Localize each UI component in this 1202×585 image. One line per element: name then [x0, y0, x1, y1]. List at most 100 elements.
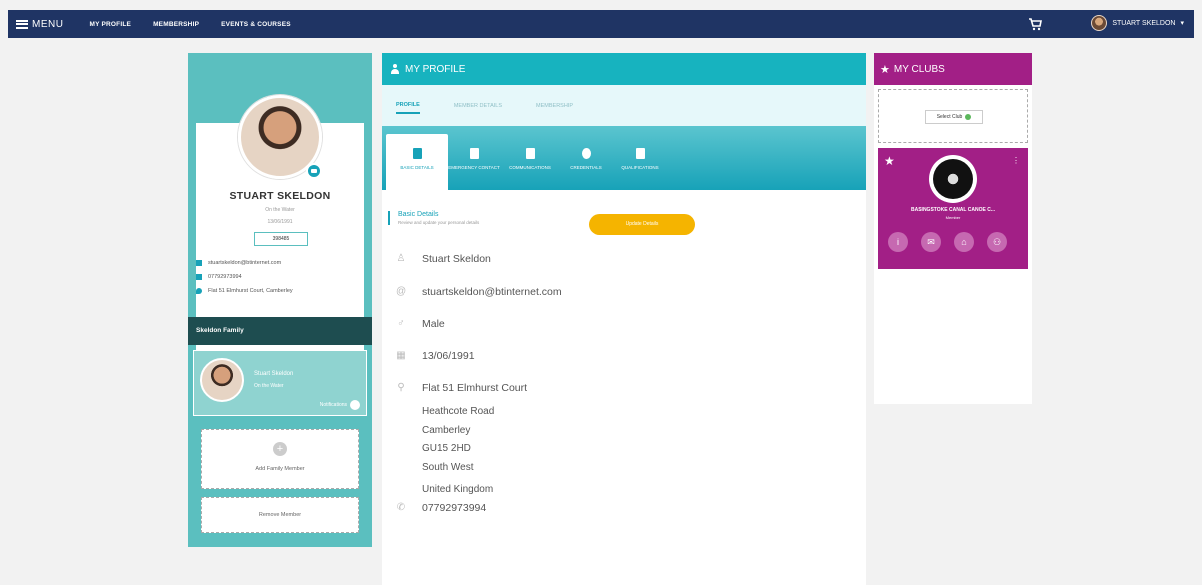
section-subtitle: Review and update your personal details [398, 220, 480, 225]
profile-role: On the Water [265, 207, 295, 213]
user-menu[interactable]: STUART SKELDON ▾ [1091, 15, 1184, 31]
user-name: STUART SKELDON [1112, 19, 1176, 27]
select-club-button[interactable]: Select Club [925, 110, 983, 124]
club-actions: i ✉ ⌂ ⚇ [888, 232, 1020, 252]
basic-details-header: Basic Details Review and update your per… [388, 211, 479, 225]
subtab-credentials[interactable]: CREDENTIALS [560, 134, 612, 190]
detail-gender-text: Male [422, 318, 445, 330]
panel-header: ★ MY CLUBS [874, 53, 1032, 85]
subtab-label: EMERGENCY CONTACT [448, 165, 500, 170]
detail-dob-text: 13/06/1991 [422, 350, 475, 362]
top-navbar: MENU MY PROFILE MEMBERSHIP EVENTS & COUR… [8, 10, 1194, 38]
calendar-icon: ▦ [396, 350, 406, 361]
detail-dob: ▦ 13/06/1991 [396, 350, 475, 362]
address-line: GU15 2HD [422, 443, 471, 454]
location-pin-icon: ⚲ [397, 382, 405, 393]
contact-address-text: Flat 51 Elmhurst Court, Camberley [208, 288, 293, 294]
detail-email-text: stuartskeldon@btinternet.com [422, 286, 562, 298]
address-line: United Kingdom [422, 484, 494, 495]
chevron-down-icon: ▾ [1180, 20, 1184, 27]
tab-member-details[interactable]: MEMBER DETAILS [454, 99, 502, 113]
camera-icon[interactable] [306, 163, 322, 179]
info-icon[interactable]: i [888, 232, 908, 252]
notifications-link[interactable]: Notifications [320, 400, 360, 410]
phone-icon: ✆ [396, 502, 406, 513]
detail-phone: ✆ 07792973994 [396, 502, 486, 514]
subtab-emergency-contact[interactable]: EMERGENCY CONTACT [448, 134, 500, 190]
contact-phone-text: 07792973994 [208, 274, 242, 280]
subtab-communications[interactable]: COMMUNICATIONS [500, 134, 560, 190]
male-icon: ♂ [397, 318, 405, 329]
user-icon [390, 64, 400, 74]
section-title: Basic Details [398, 211, 439, 218]
mail-icon[interactable]: ✉ [921, 232, 941, 252]
my-profile-panel: MY PROFILE PROFILE MEMBER DETAILS MEMBER… [382, 53, 866, 585]
profile-name: STUART SKELDON [229, 190, 331, 202]
contact-address: Flat 51 Elmhurst Court, Camberley [196, 288, 293, 294]
subtab-label: QUALIFICATIONS [621, 165, 659, 170]
profile-sidebar: STUART SKELDON On the Water 13/06/1991 3… [188, 53, 372, 547]
add-icon [965, 113, 972, 120]
detail-name: ♙ Stuart Skeldon [396, 253, 491, 265]
tab-profile[interactable]: PROFILE [396, 98, 420, 114]
avatar [200, 358, 244, 402]
nav-link-events-courses[interactable]: EVENTS & COURSES [221, 21, 291, 28]
notification-icon [350, 400, 360, 410]
family-member-name: Stuart Skeldon [254, 371, 294, 377]
add-icon [273, 442, 287, 456]
cart-icon[interactable] [1028, 17, 1042, 31]
detail-name-text: Stuart Skeldon [422, 253, 491, 265]
user-icon [412, 148, 422, 159]
add-family-member-label: Add Family Member [255, 466, 305, 472]
profile-tabs: PROFILE MEMBER DETAILS MEMBERSHIP [382, 85, 866, 126]
family-member-role: On the Water [254, 383, 284, 389]
home-icon[interactable]: ⌂ [954, 232, 974, 252]
detail-phone-text: 07792973994 [422, 502, 487, 514]
subtab-qualifications[interactable]: QUALIFICATIONS [612, 134, 668, 190]
update-details-button[interactable]: Update Details [589, 214, 695, 235]
contact-phone: 07792973994 [196, 274, 242, 280]
more-options-icon[interactable]: ⋮ [1012, 156, 1020, 165]
address-line: Heathcote Road [422, 406, 495, 417]
panel-header: MY PROFILE [382, 53, 866, 85]
star-icon[interactable]: ★ [884, 154, 895, 168]
profile-dob: 13/06/1991 [267, 219, 293, 225]
person-icon: ♙ [396, 253, 406, 264]
family-member-card[interactable]: Stuart Skeldon On the Water Notification… [193, 350, 367, 416]
subtab-basic-details[interactable]: BASIC DETAILS [386, 134, 448, 190]
email-icon [196, 260, 202, 266]
contact-email: stuartskeldon@btinternet.com [196, 260, 281, 266]
panel-title: MY CLUBS [893, 63, 945, 75]
club-name: BASINGSTOKE CANAL CANOE C... [911, 207, 995, 213]
nav-link-membership[interactable]: MEMBERSHIP [153, 21, 199, 28]
phone-icon [196, 274, 202, 280]
select-club-area: Select Club [878, 89, 1028, 143]
nav-link-my-profile[interactable]: MY PROFILE [89, 21, 131, 28]
club-role: Member [945, 215, 961, 220]
tab-membership[interactable]: MEMBERSHIP [536, 99, 573, 113]
contact-card-icon [469, 148, 479, 159]
at-icon: @ [396, 286, 407, 297]
document-icon [525, 148, 535, 159]
avatar [1091, 15, 1108, 31]
remove-member-button[interactable]: Remove Member [201, 497, 359, 533]
club-card[interactable]: ★ ⋮ BASINGSTOKE CANAL CANOE C... Member … [878, 148, 1028, 269]
certificate-icon [635, 148, 645, 159]
star-icon: ★ [880, 63, 890, 76]
detail-address-line1: Flat 51 Elmhurst Court [422, 382, 528, 394]
notifications-label: Notifications [319, 402, 347, 408]
group-icon[interactable]: ⚇ [987, 232, 1007, 252]
panel-title: MY PROFILE [405, 63, 466, 75]
location-pin-icon [196, 288, 202, 294]
detail-address: ⚲ Flat 51 Elmhurst Court [396, 382, 527, 394]
subtab-label: COMMUNICATIONS [509, 165, 551, 170]
subtab-label: CREDENTIALS [570, 165, 602, 170]
address-line: South West [422, 462, 474, 473]
contact-email-text: stuartskeldon@btinternet.com [208, 260, 282, 266]
my-clubs-panel: ★ MY CLUBS Select Club ★ ⋮ BASINGSTOKE C… [874, 53, 1032, 404]
detail-email: @ stuartskeldon@btinternet.com [396, 286, 562, 298]
menu-button[interactable]: MENU [16, 19, 63, 30]
add-family-member-button[interactable]: Add Family Member [201, 429, 359, 489]
subtab-label: BASIC DETAILS [400, 165, 434, 170]
hamburger-icon [16, 19, 28, 29]
